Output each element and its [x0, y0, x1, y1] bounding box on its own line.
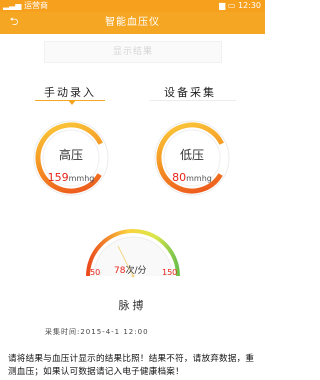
capture-time: 采集时间:2015-4-1 12:00	[45, 328, 149, 336]
low-pressure-number: 80	[172, 171, 187, 184]
status-right: ▆ ▭ 12:30	[219, 1, 261, 10]
gauge-min-label: 50	[90, 268, 101, 277]
high-pressure-label: 高压	[58, 148, 83, 162]
high-pressure-value: 159mmhg	[31, 166, 111, 185]
pulse-unit: 次/分	[125, 266, 147, 276]
app-bar: ⮌ 智能血压仪	[0, 12, 265, 34]
result-display: 显示结果	[44, 41, 222, 63]
low-pressure-value: 80mmhg	[152, 166, 232, 185]
app-title: 智能血压仪	[105, 17, 160, 28]
active-tab-indicator-icon	[68, 100, 76, 105]
tab-manual-entry[interactable]: 手动录入	[44, 84, 96, 100]
pulse-value: 78次/分	[114, 263, 147, 276]
tab-device-capture[interactable]: 设备采集	[164, 84, 216, 100]
pulse-label: 脉搏	[118, 299, 147, 312]
low-pressure-unit: mmhg	[186, 174, 212, 183]
clock: 12:30	[237, 1, 261, 10]
high-pressure-number: 159	[47, 171, 69, 184]
status-bar: ▂▃▅ 运营商 ▆ ▭ 12:30	[0, 0, 265, 12]
pulse-number: 78	[114, 266, 126, 276]
carrier-label: 运营商	[24, 1, 48, 10]
high-pressure-unit: mmhg	[68, 174, 95, 183]
gauge-max-label: 150	[162, 268, 178, 277]
signal-icon: ▂▃▅ 运营商	[3, 1, 48, 10]
tab-divider	[150, 100, 236, 101]
low-pressure-label: 低压	[179, 148, 204, 162]
instruction-text: 请将结果与血压计显示的结果比照！结果不符，请放弃数据，重测血压；如果认可数据请记…	[8, 354, 255, 377]
